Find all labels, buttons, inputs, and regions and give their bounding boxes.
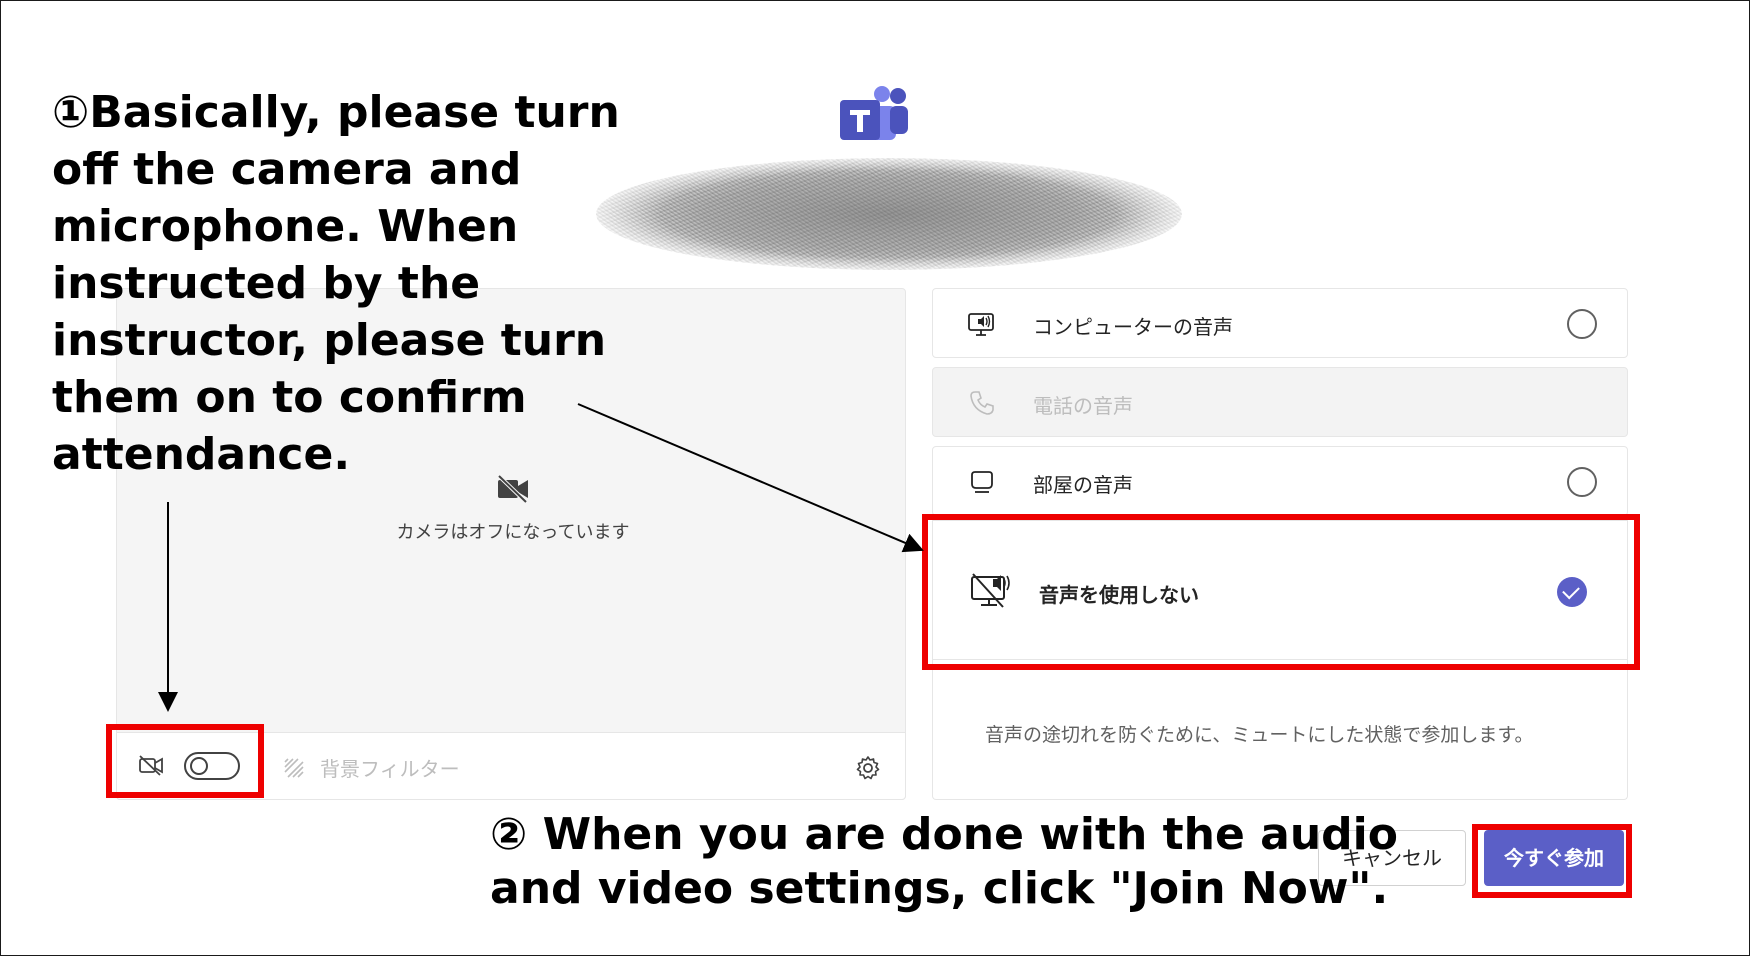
background-filter-icon <box>284 758 304 778</box>
audio-option-label: 電話の音声 <box>1033 394 1133 418</box>
room-audio-icon <box>971 471 993 493</box>
audio-note-box: 音声の途切れを防ぐために、ミュートにした状態で参加します。 <box>932 660 1628 800</box>
phone-icon <box>970 391 994 415</box>
teams-logo <box>840 86 908 140</box>
radio-button[interactable] <box>1567 309 1597 339</box>
audio-option-computer[interactable]: コンピューターの音声 <box>932 288 1628 358</box>
audio-option-label: コンピューターの音声 <box>1033 315 1233 339</box>
audio-note-text: 音声の途切れを防ぐために、ミュートにした状態で参加します。 <box>985 724 1534 746</box>
annotation-step2: ② When you are done with the audio and v… <box>490 809 1398 914</box>
highlight-no-audio-option <box>922 514 1640 670</box>
audio-option-label: 部屋の音声 <box>1033 473 1133 497</box>
annotation-step1: ①Basically, please turn off the camera a… <box>52 87 620 480</box>
camera-off-label: カメラはオフになっています <box>396 522 630 543</box>
computer-audio-icon <box>968 313 994 336</box>
highlight-camera-toggle <box>106 724 264 798</box>
blurred-meeting-title <box>596 158 1182 270</box>
radio-button[interactable] <box>1567 467 1597 497</box>
settings-gear-icon[interactable] <box>854 754 882 782</box>
background-filter-label[interactable]: 背景フィルター <box>320 753 460 782</box>
highlight-join-button <box>1472 824 1632 898</box>
audio-option-phone: 電話の音声 <box>932 367 1628 437</box>
audio-option-room[interactable]: 部屋の音声 <box>932 446 1628 516</box>
